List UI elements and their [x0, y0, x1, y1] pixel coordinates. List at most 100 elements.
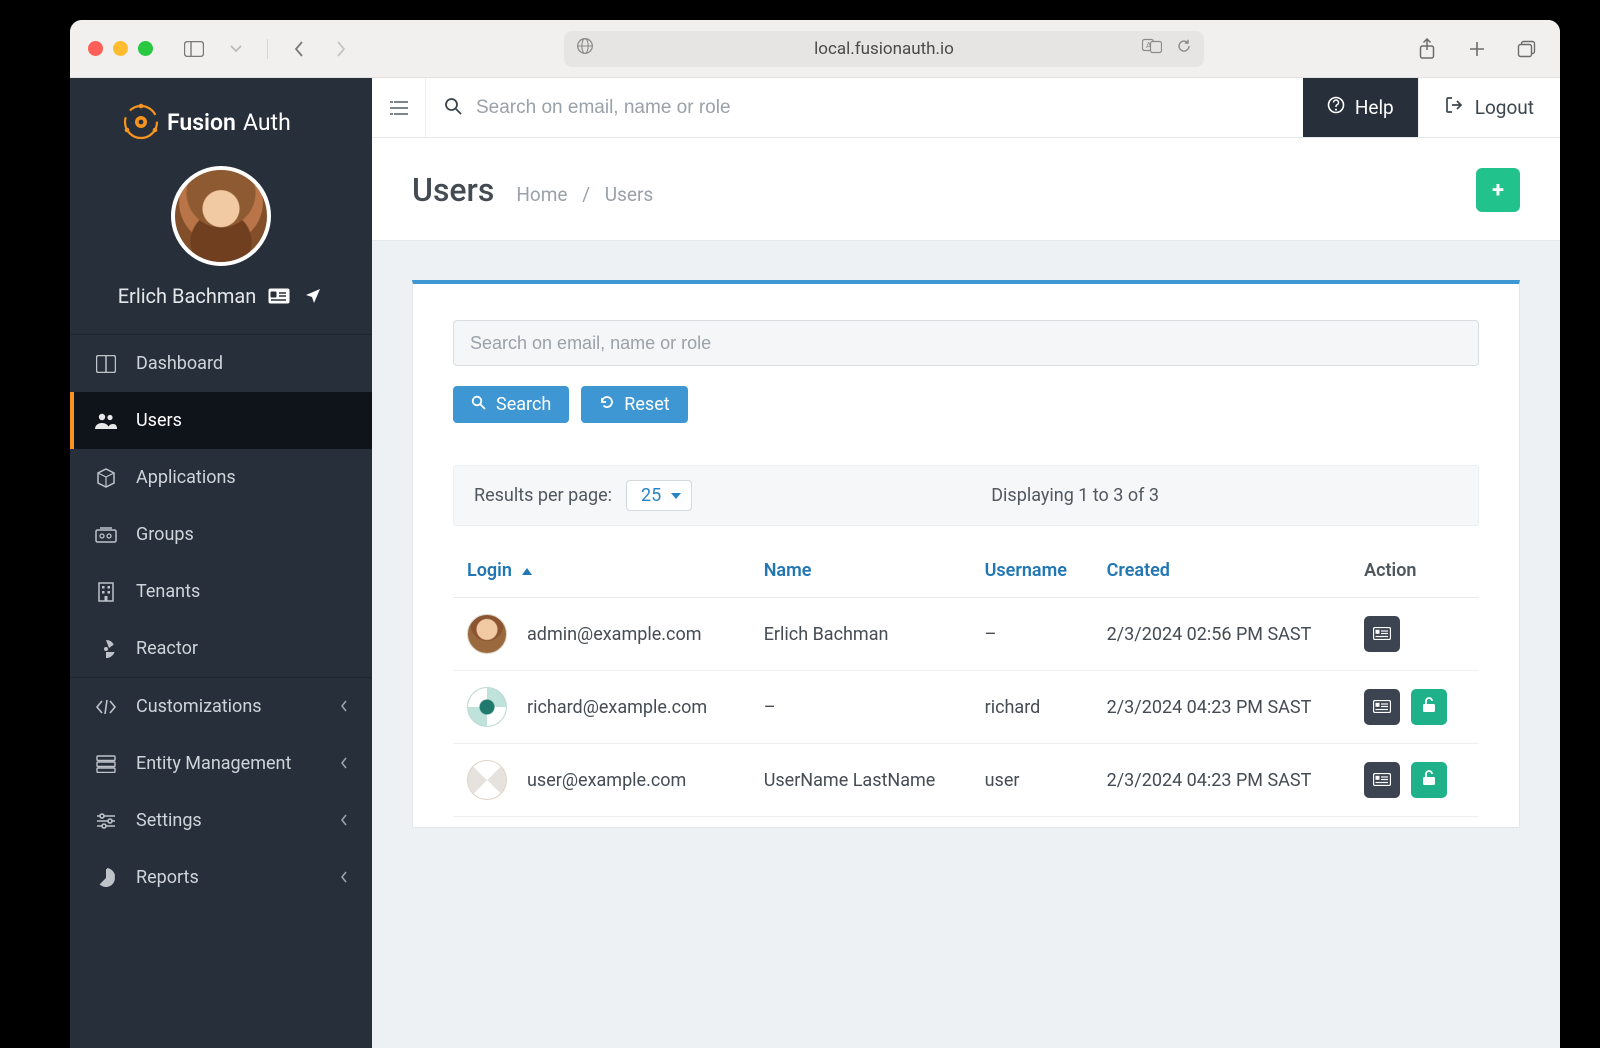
manage-user-button[interactable]: [1364, 689, 1400, 725]
search-icon: [444, 97, 462, 119]
collapse-sidebar-button[interactable]: [372, 78, 426, 137]
address-bar[interactable]: local.fusionauth.io A: [564, 31, 1204, 67]
cell-username: –: [971, 598, 1093, 671]
manage-user-button[interactable]: [1364, 762, 1400, 798]
unlock-icon: [1422, 770, 1436, 791]
nav-back-icon[interactable]: [284, 34, 314, 64]
topbar-search: [426, 78, 1303, 137]
table-header-row: Login Name Username Created Action: [453, 544, 1479, 598]
cell-created: 2/3/2024 02:56 PM SAST: [1093, 598, 1350, 671]
id-card-icon[interactable]: [268, 287, 290, 305]
svg-text:Auth: Auth: [243, 109, 291, 136]
sidebar-item-entity-management[interactable]: Entity Management: [70, 735, 372, 792]
sidebar-item-label: Applications: [136, 467, 236, 488]
th-created[interactable]: Created: [1093, 544, 1350, 598]
manage-user-button[interactable]: [1364, 616, 1400, 652]
sidebar-nav: Dashboard Users Applications Groups Tena…: [70, 335, 372, 906]
cell-login[interactable]: richard@example.com: [527, 697, 707, 718]
titlebar-right: [1412, 34, 1542, 64]
topbar: Help Logout: [372, 78, 1560, 138]
sidebar-item-label: Reports: [136, 867, 199, 888]
content: Search Reset Results per page: 25 Displa…: [372, 240, 1560, 868]
table-row: admin@example.com Erlich Bachman – 2/3/2…: [453, 598, 1479, 671]
results-meta-bar: Results per page: 25 Displaying 1 to 3 o…: [453, 465, 1479, 526]
address-url: local.fusionauth.io: [814, 39, 954, 59]
profile-avatar[interactable]: [171, 166, 271, 266]
users-table: Login Name Username Created Action: [453, 544, 1479, 817]
user-avatar: [467, 687, 507, 727]
results-per-page-select[interactable]: 25: [626, 480, 692, 511]
help-button[interactable]: Help: [1303, 78, 1418, 137]
traffic-lights: [88, 41, 153, 56]
cell-username: user: [971, 744, 1093, 817]
share-icon[interactable]: [1412, 34, 1442, 64]
main: Help Logout Users Home / Users: [372, 78, 1560, 1048]
location-arrow-icon[interactable]: [302, 287, 324, 305]
sidebar-item-groups[interactable]: Groups: [70, 506, 372, 563]
cell-username: richard: [971, 671, 1093, 744]
th-login[interactable]: Login: [453, 544, 750, 598]
add-user-button[interactable]: +: [1476, 168, 1520, 212]
chevron-left-icon: [340, 867, 348, 888]
sidebar-item-dashboard[interactable]: Dashboard: [70, 335, 372, 392]
breadcrumb-home[interactable]: Home: [516, 183, 567, 206]
cell-login[interactable]: user@example.com: [527, 770, 686, 791]
browser-window: local.fusionauth.io A: [70, 20, 1560, 1048]
sidebar-item-reports[interactable]: Reports: [70, 849, 372, 906]
sort-asc-icon: [522, 560, 532, 581]
cell-name: Erlich Bachman: [750, 598, 971, 671]
reset-button[interactable]: Reset: [581, 386, 687, 423]
window-minimize-icon[interactable]: [113, 41, 128, 56]
server-icon: [94, 755, 118, 773]
users-panel: Search Reset Results per page: 25 Displa…: [412, 280, 1520, 828]
unlock-user-button[interactable]: [1411, 689, 1447, 725]
sidebar-item-label: Reactor: [136, 638, 198, 659]
th-name[interactable]: Name: [750, 544, 971, 598]
undo-icon: [599, 394, 614, 415]
sidebar-toggle-icon[interactable]: [179, 34, 209, 64]
breadcrumb: Home / Users: [516, 183, 653, 206]
address-right-icons: A: [1142, 38, 1192, 59]
user-avatar: [467, 614, 507, 654]
sliders-icon: [94, 813, 118, 829]
plus-icon: +: [1492, 178, 1504, 203]
nav-forward-icon[interactable]: [326, 34, 356, 64]
sidebar-item-customizations[interactable]: Customizations: [70, 677, 372, 735]
table-row: user@example.com UserName LastName user …: [453, 744, 1479, 817]
results-per-page-value: 25: [641, 485, 661, 506]
users-icon: [94, 412, 118, 430]
sidebar-item-settings[interactable]: Settings: [70, 792, 372, 849]
cell-login[interactable]: admin@example.com: [527, 624, 702, 645]
groups-icon: [94, 526, 118, 544]
logout-button[interactable]: Logout: [1418, 78, 1560, 137]
sidebar-item-reactor[interactable]: Reactor: [70, 620, 372, 677]
unlock-user-button[interactable]: [1411, 762, 1447, 798]
th-username[interactable]: Username: [971, 544, 1093, 598]
dashboard-icon: [94, 355, 118, 373]
sidebar-item-tenants[interactable]: Tenants: [70, 563, 372, 620]
sidebar-item-label: Settings: [136, 810, 202, 831]
tab-dropdown-icon[interactable]: [221, 34, 251, 64]
page-title: Users: [412, 171, 494, 209]
window-zoom-icon[interactable]: [138, 41, 153, 56]
window-close-icon[interactable]: [88, 41, 103, 56]
search-button[interactable]: Search: [453, 386, 569, 423]
panel-search-input[interactable]: [453, 320, 1479, 366]
tabs-overview-icon[interactable]: [1512, 34, 1542, 64]
reload-icon[interactable]: [1176, 38, 1192, 59]
svg-text:A: A: [1146, 41, 1152, 50]
cell-name: UserName LastName: [750, 744, 971, 817]
cell-name: –: [750, 671, 971, 744]
sidebar-item-applications[interactable]: Applications: [70, 449, 372, 506]
cell-created: 2/3/2024 04:23 PM SAST: [1093, 744, 1350, 817]
breadcrumb-current: Users: [605, 183, 653, 206]
chevron-left-icon: [340, 810, 348, 831]
sidebar-item-users[interactable]: Users: [70, 392, 372, 449]
translate-icon[interactable]: A: [1142, 38, 1162, 59]
code-icon: [94, 699, 118, 715]
sidebar-item-label: Groups: [136, 524, 194, 545]
new-tab-icon[interactable]: [1462, 34, 1492, 64]
topbar-search-input[interactable]: [476, 97, 1285, 119]
id-card-icon: [1373, 697, 1391, 718]
search-icon: [471, 394, 486, 415]
